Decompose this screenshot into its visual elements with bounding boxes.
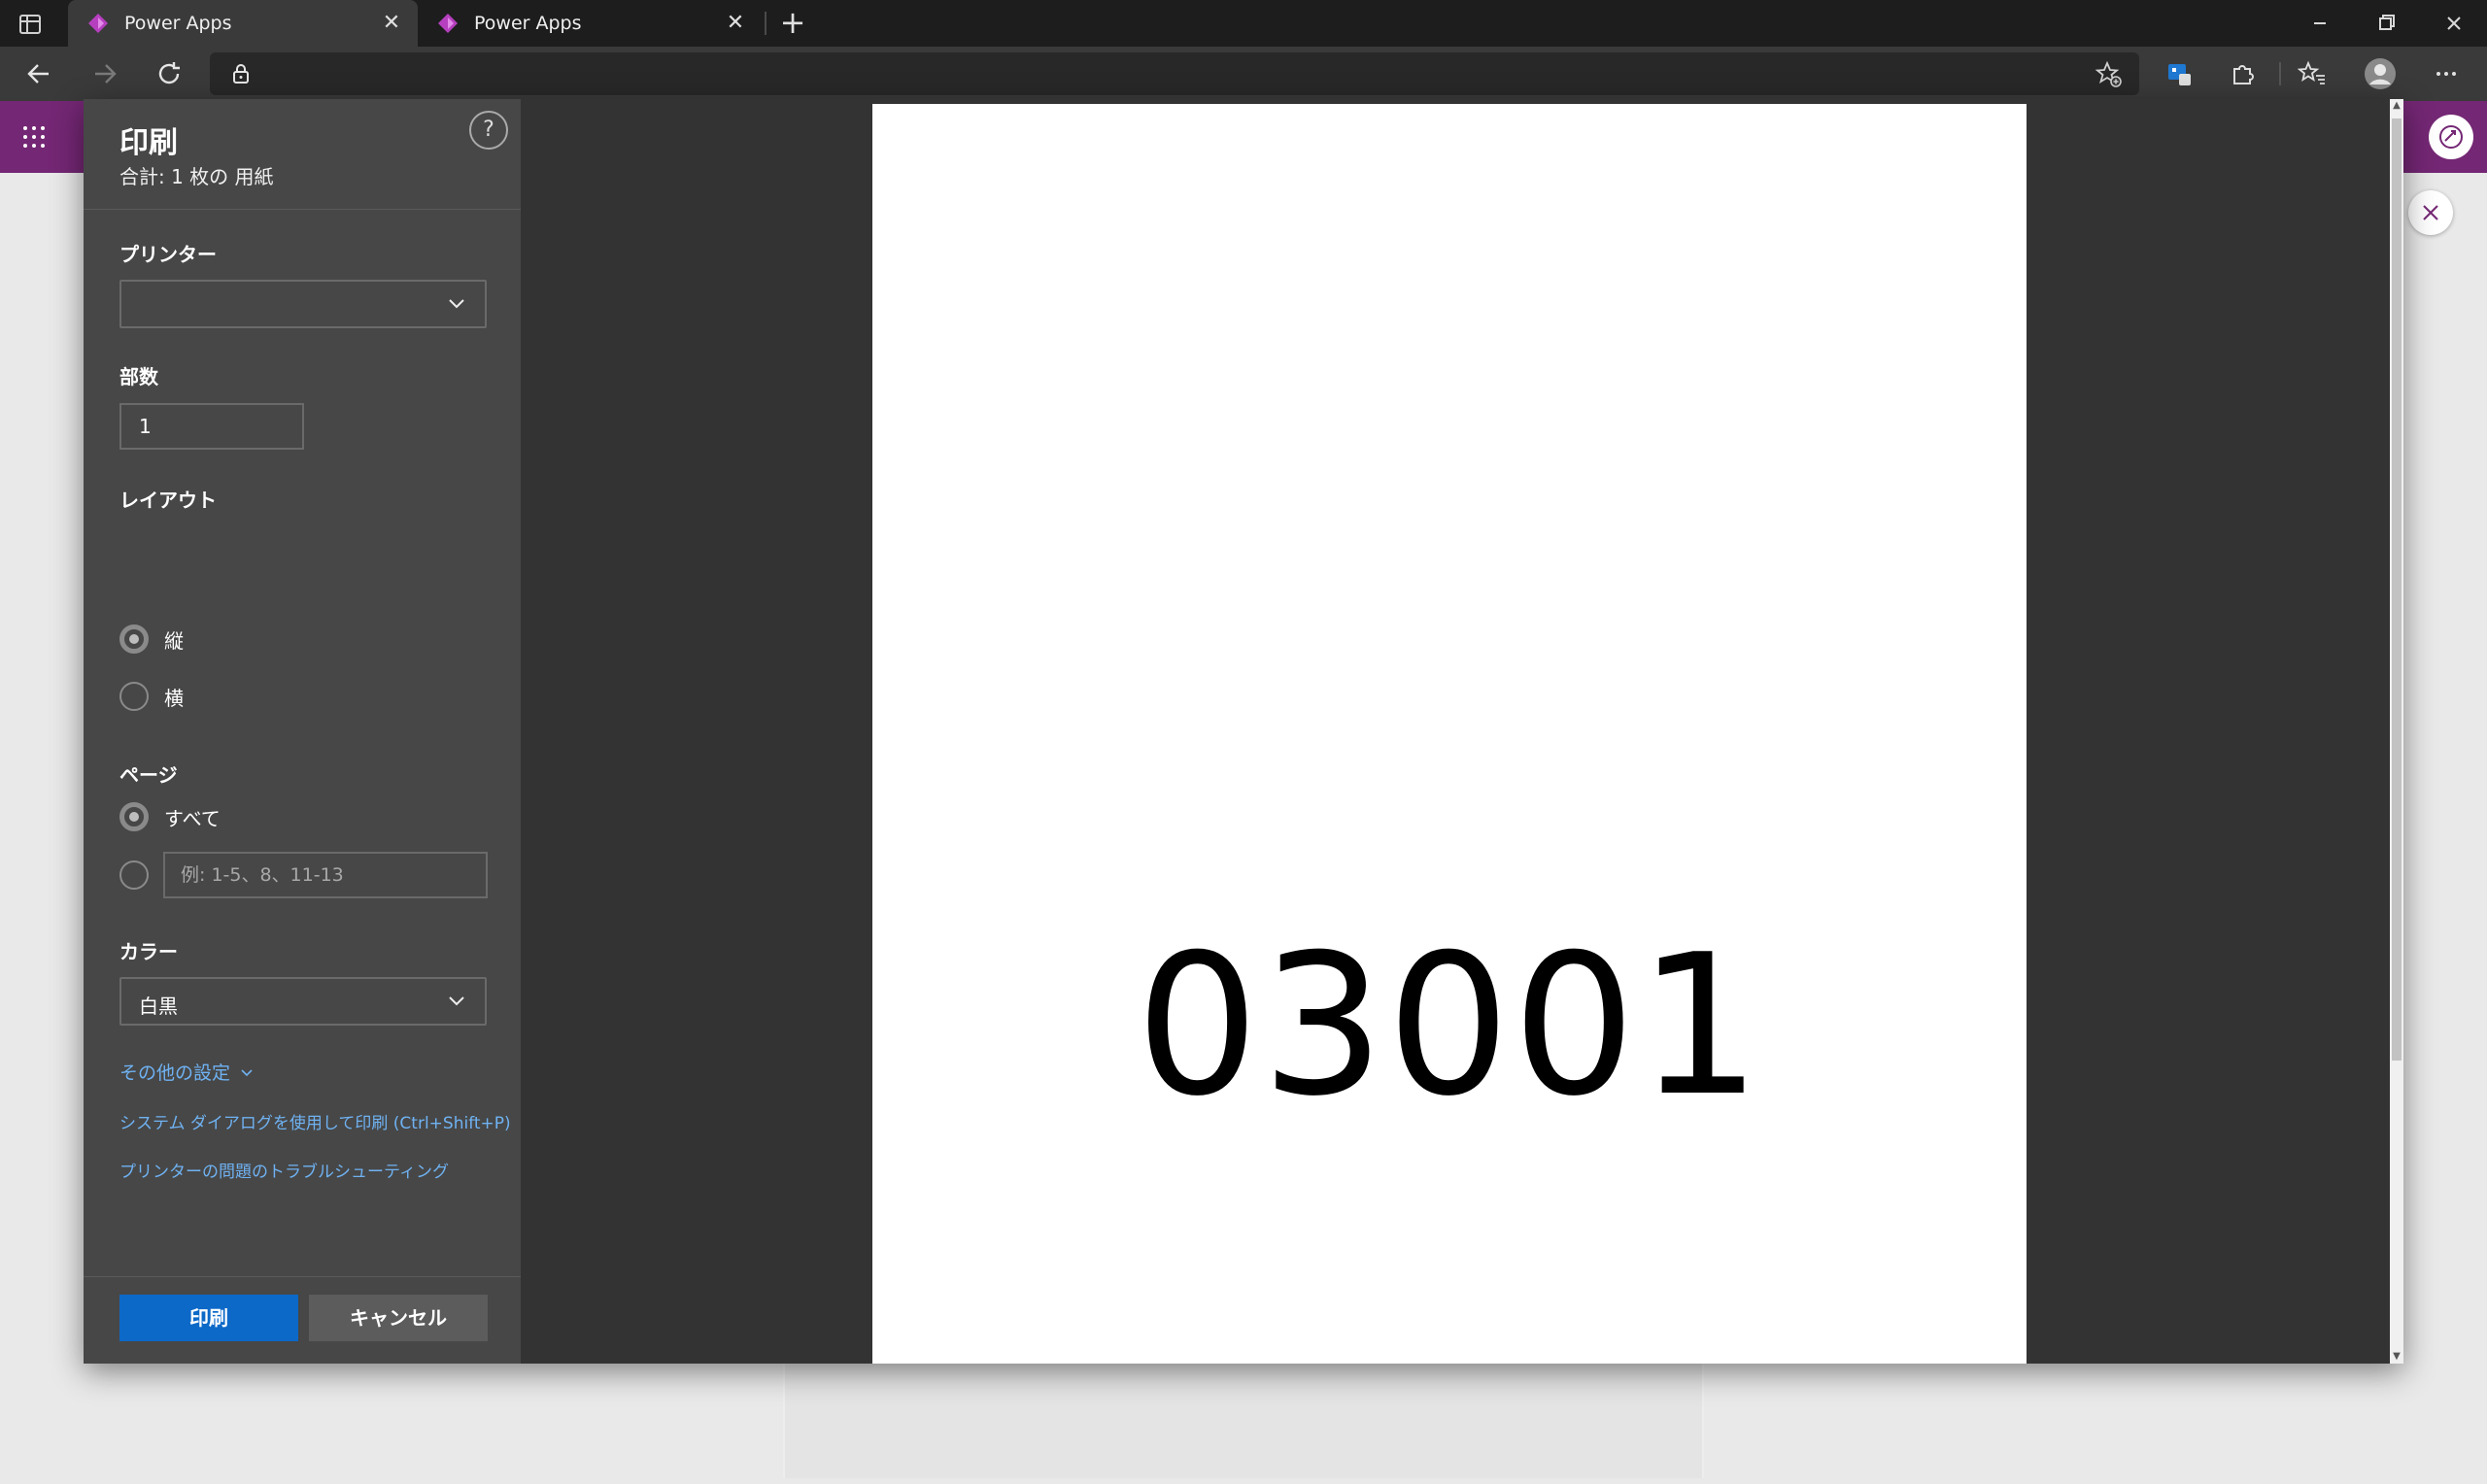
color-select[interactable]: 白黒 — [119, 977, 487, 1026]
avatar-icon — [2365, 58, 2396, 89]
radio-pages-custom[interactable] — [119, 860, 149, 890]
favorites-button[interactable] — [2293, 54, 2332, 93]
restore-button[interactable] — [2367, 8, 2405, 39]
chevron-down-icon — [449, 299, 464, 309]
system-dialog-link[interactable]: システム ダイアログを使用して印刷 (Ctrl+Shift+P) — [119, 1109, 511, 1133]
print-button[interactable]: 印刷 — [119, 1295, 298, 1341]
puzzle-icon — [2233, 65, 2254, 84]
layout-label: レイアウト — [119, 489, 217, 512]
lock-icon — [233, 64, 249, 84]
radio-portrait[interactable] — [119, 624, 149, 654]
profile-button[interactable] — [2361, 54, 2400, 93]
tab-divider — [765, 12, 767, 35]
close-icon — [2423, 205, 2438, 220]
color-label: カラー — [119, 940, 178, 963]
scroll-up-icon[interactable]: ▲ — [2390, 99, 2403, 113]
tab-actions-button[interactable] — [19, 12, 49, 37]
app-launcher-icon[interactable] — [23, 126, 45, 148]
page-range-input[interactable] — [163, 852, 488, 898]
layout-portrait-label: 縦 — [164, 628, 184, 653]
toolbar-divider — [2279, 62, 2281, 85]
favorite-add-icon[interactable] — [2095, 60, 2124, 89]
troubleshoot-link[interactable]: プリンターの問題のトラブルシューティング — [119, 1158, 449, 1182]
radio-pages-all[interactable] — [119, 802, 149, 831]
power-apps-icon — [438, 14, 458, 33]
sheet-total: 合計: 1 枚の 用紙 — [119, 165, 274, 188]
more-icon — [2436, 72, 2456, 76]
tab-close-icon[interactable]: ✕ — [721, 9, 750, 38]
pages-label: ページ — [119, 763, 178, 787]
more-settings-label: その他の設定 — [119, 1062, 231, 1084]
preview-scrollbar[interactable]: ▲ ▼ — [2390, 99, 2403, 1364]
extensions-button[interactable] — [2223, 54, 2262, 93]
tab-close-icon[interactable]: ✕ — [377, 9, 406, 38]
tab-title: Power Apps — [124, 13, 232, 34]
minimize-icon — [2314, 22, 2326, 24]
cancel-button[interactable]: キャンセル — [309, 1295, 488, 1341]
print-header: 印刷 合計: 1 枚の 用紙 ? — [84, 99, 521, 210]
layout-portrait-option[interactable]: 縦 — [119, 623, 184, 656]
power-apps-icon — [88, 14, 108, 33]
favorites-icon — [2298, 60, 2325, 84]
copilot-icon — [2439, 125, 2463, 149]
printer-select[interactable] — [119, 280, 487, 328]
chevron-down-icon — [449, 996, 464, 1006]
browser-tab-1[interactable]: Power Apps ✕ — [68, 0, 418, 47]
close-window-button[interactable] — [2435, 8, 2473, 39]
radio-landscape[interactable] — [119, 682, 149, 711]
browser-toolbar — [0, 47, 2487, 101]
print-settings-panel: 印刷 合計: 1 枚の 用紙 ? プリンター 部数 レイアウト 縦 横 ページ … — [84, 99, 521, 1364]
printer-label: プリンター — [119, 243, 217, 266]
scroll-thumb[interactable] — [2392, 118, 2402, 1061]
close-panel-button[interactable] — [2408, 190, 2453, 235]
app-canvas — [783, 1364, 1704, 1478]
color-value: 白黒 — [139, 995, 178, 1018]
browser-tab-2[interactable]: Power Apps ✕ — [418, 0, 762, 47]
refresh-button[interactable] — [150, 54, 188, 93]
tab-actions-icon — [19, 15, 41, 34]
extension-button[interactable] — [2161, 54, 2199, 93]
copies-input[interactable] — [119, 403, 304, 450]
chevron-down-icon — [241, 1069, 253, 1077]
new-tab-button[interactable]: + — [777, 7, 808, 39]
arrow-left-icon — [27, 64, 49, 84]
settings-more-button[interactable] — [2427, 54, 2466, 93]
scroll-down-icon[interactable]: ▼ — [2390, 1350, 2403, 1364]
tab-bar: Power Apps ✕ Power Apps ✕ + — [0, 0, 2487, 47]
address-bar[interactable] — [210, 52, 2139, 95]
pages-all-option[interactable]: すべて — [119, 800, 221, 833]
print-preview: 03001 ▲ ▼ — [521, 99, 2403, 1364]
arrow-right-icon — [95, 64, 117, 84]
copilot-button[interactable] — [2429, 115, 2473, 159]
copies-label: 部数 — [119, 365, 158, 388]
preview-page-text: 03001 — [1135, 913, 1764, 1139]
forward-button[interactable] — [85, 54, 124, 93]
print-footer: 印刷 キャンセル — [84, 1276, 521, 1364]
pages-all-label: すべて — [164, 806, 221, 830]
layout-landscape-label: 横 — [164, 686, 184, 710]
print-dialog: 印刷 合計: 1 枚の 用紙 ? プリンター 部数 レイアウト 縦 横 ページ … — [84, 99, 2403, 1364]
refresh-icon — [158, 62, 180, 84]
pages-custom-option[interactable] — [119, 859, 149, 892]
print-title: 印刷 — [119, 126, 178, 160]
close-icon — [2447, 17, 2461, 30]
minimize-button[interactable] — [2300, 8, 2339, 39]
restore-icon — [2379, 15, 2395, 30]
help-button[interactable]: ? — [469, 111, 508, 150]
help-icon: ? — [483, 118, 494, 142]
layout-landscape-option[interactable]: 横 — [119, 680, 184, 713]
preview-page: 03001 — [872, 104, 2027, 1364]
tab-title: Power Apps — [474, 13, 582, 34]
more-settings-link[interactable]: その他の設定 — [119, 1059, 254, 1085]
back-button[interactable] — [19, 54, 58, 93]
extension-app-icon — [2168, 64, 2191, 85]
